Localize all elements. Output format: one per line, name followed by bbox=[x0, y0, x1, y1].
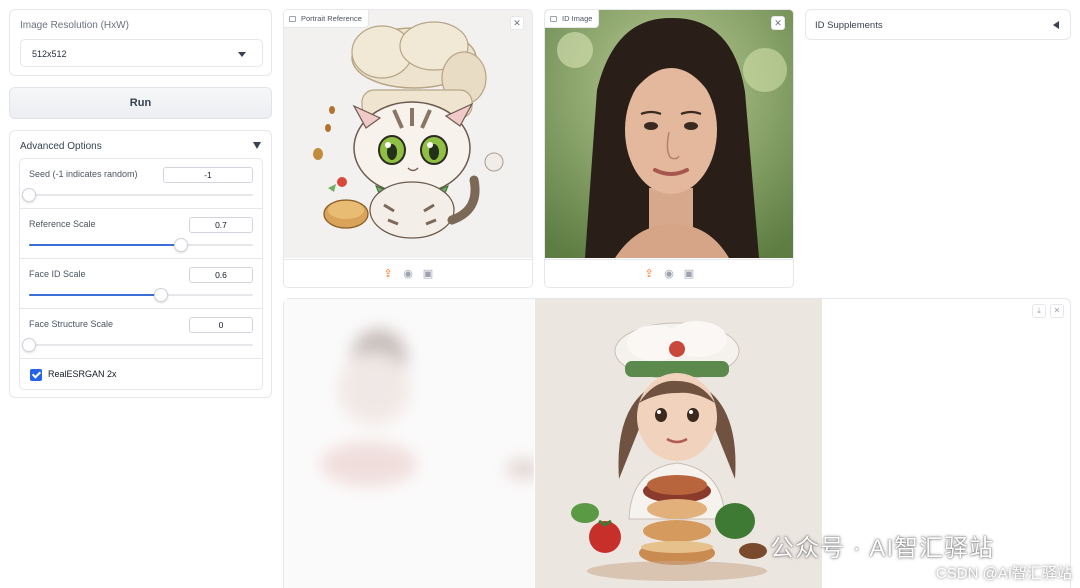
portrait-reference-panel: Portrait Reference ✕ ⇪ ◉ ▣ bbox=[283, 9, 533, 288]
image-icon bbox=[289, 15, 296, 22]
id-supplements-label: ID Supplements bbox=[815, 20, 883, 31]
face-id-scale-thumb[interactable] bbox=[154, 288, 169, 302]
blurred-preview-image bbox=[284, 299, 534, 588]
seed-slider[interactable] bbox=[22, 188, 253, 202]
upload-icon[interactable]: ⇪ bbox=[643, 268, 655, 280]
face-id-scale-row: Face ID Scale 0.6 bbox=[20, 259, 262, 309]
reference-scale-slider[interactable] bbox=[29, 238, 253, 252]
csdn-watermark: CSDN @AI智汇驿站 bbox=[935, 565, 1072, 582]
portrait-toolbar: ⇪ ◉ ▣ bbox=[284, 259, 532, 287]
reference-scale-thumb[interactable] bbox=[174, 238, 189, 252]
woman-portrait-photo bbox=[545, 10, 793, 258]
expand-triangle-icon[interactable] bbox=[1053, 21, 1059, 29]
download-icon[interactable]: ⤓ bbox=[1032, 304, 1046, 318]
portrait-clear-button[interactable]: ✕ bbox=[510, 16, 524, 30]
id-image-clear-button[interactable]: ✕ bbox=[771, 16, 785, 30]
chevron-down-icon bbox=[238, 52, 246, 57]
face-id-scale-label: Face ID Scale bbox=[29, 269, 86, 279]
clipboard-icon[interactable]: ▣ bbox=[683, 268, 695, 280]
realesrgan-checkbox[interactable] bbox=[30, 369, 42, 381]
reference-scale-row: Reference Scale 0.7 bbox=[20, 209, 262, 259]
face-id-scale-fill bbox=[29, 294, 162, 296]
watermark-text: 公众号 · AI智汇驿站 bbox=[770, 535, 995, 562]
reference-scale-fill bbox=[29, 244, 182, 246]
face-structure-scale-row: Face Structure Scale 0 bbox=[20, 309, 262, 359]
seed-input[interactable]: -1 bbox=[163, 167, 253, 183]
reference-scale-label: Reference Scale bbox=[29, 219, 96, 229]
face-structure-scale-label: Face Structure Scale bbox=[29, 319, 114, 329]
resolution-value: 512x512 bbox=[32, 49, 67, 59]
id-image-toolbar: ⇪ ◉ ▣ bbox=[545, 259, 793, 287]
face-structure-scale-input[interactable]: 0 bbox=[189, 317, 253, 333]
collapse-triangle-icon[interactable] bbox=[253, 142, 261, 149]
reference-scale-input[interactable]: 0.7 bbox=[189, 217, 253, 233]
id-image-tag: ID Image bbox=[545, 10, 600, 28]
upload-icon[interactable]: ⇪ bbox=[382, 268, 394, 280]
resolution-dropdown[interactable]: 512x512 bbox=[20, 39, 263, 67]
webcam-icon[interactable]: ◉ bbox=[402, 268, 414, 280]
id-supplements-accordion[interactable]: ID Supplements bbox=[805, 9, 1071, 40]
advanced-options-title[interactable]: Advanced Options bbox=[20, 141, 102, 152]
chef-cat-illustration bbox=[284, 10, 532, 258]
output-blurred-preview bbox=[284, 299, 534, 588]
clipboard-icon[interactable]: ▣ bbox=[422, 268, 434, 280]
realesrgan-label[interactable]: RealESRGAN 2x bbox=[48, 369, 117, 379]
resolution-label: Image Resolution (HxW) bbox=[20, 20, 129, 31]
resolution-panel: Image Resolution (HxW) 512x512 bbox=[9, 9, 272, 76]
run-button[interactable]: Run bbox=[9, 87, 272, 119]
image-icon bbox=[550, 15, 557, 22]
seed-label: Seed (-1 indicates random) bbox=[29, 169, 138, 179]
id-face-photo[interactable] bbox=[545, 10, 793, 258]
realesrgan-row: RealESRGAN 2x bbox=[20, 359, 262, 389]
id-image-panel: ID Image ✕ ⇪ ◉ ▣ bbox=[544, 9, 794, 288]
face-id-scale-input[interactable]: 0.6 bbox=[189, 267, 253, 283]
seed-slider-thumb[interactable] bbox=[22, 188, 36, 202]
id-image-label: ID Image bbox=[562, 14, 593, 23]
output-clear-button[interactable]: ✕ bbox=[1050, 304, 1064, 318]
portrait-reference-label: Portrait Reference bbox=[301, 14, 362, 23]
portrait-reference-image[interactable] bbox=[284, 10, 532, 258]
portrait-reference-tag: Portrait Reference bbox=[284, 10, 369, 28]
advanced-options-body: Seed (-1 indicates random) -1 Reference … bbox=[19, 158, 263, 390]
webcam-icon[interactable]: ◉ bbox=[663, 268, 675, 280]
face-structure-scale-slider[interactable] bbox=[22, 338, 253, 352]
advanced-options-panel: Advanced Options Seed (-1 indicates rand… bbox=[9, 130, 272, 398]
face-id-scale-slider[interactable] bbox=[29, 288, 253, 302]
seed-row: Seed (-1 indicates random) -1 bbox=[20, 159, 262, 209]
face-structure-scale-thumb[interactable] bbox=[22, 338, 36, 352]
